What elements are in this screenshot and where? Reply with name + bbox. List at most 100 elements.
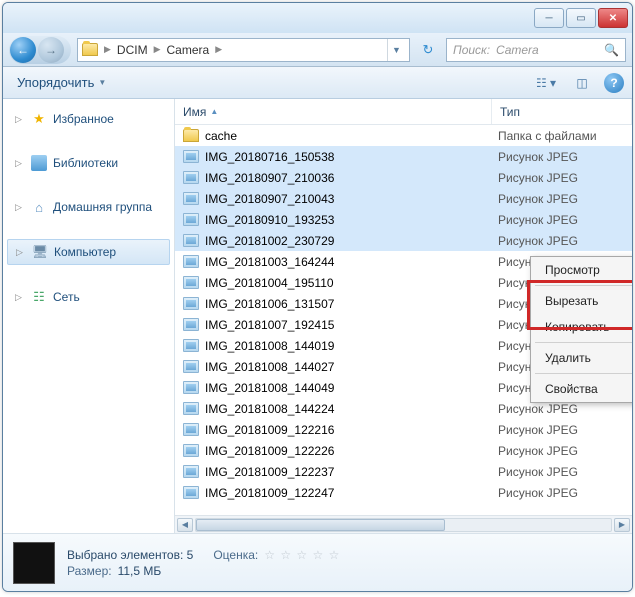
file-row[interactable]: IMG_20180907_210043 Рисунок JPEG xyxy=(175,188,632,209)
column-name[interactable]: Имя ▲ xyxy=(175,99,492,124)
chevron-right-icon: ▶ xyxy=(152,44,163,55)
sidebar-libraries[interactable]: ▷ Библиотеки xyxy=(7,151,170,175)
breadcrumb-item[interactable]: Camera xyxy=(167,43,210,57)
expand-icon: ▷ xyxy=(15,158,25,169)
file-type: Папка с файлами xyxy=(492,129,632,143)
sidebar-computer[interactable]: ▷ 🖥 Компьютер xyxy=(7,239,170,265)
file-name: IMG_20181007_192415 xyxy=(205,318,334,332)
file-row[interactable]: IMG_20180910_193253Рисунок JPEG xyxy=(175,209,632,230)
file-type: Рисунок JPEG xyxy=(492,213,632,227)
search-box[interactable]: Поиск: Camera 🔍 xyxy=(446,38,626,62)
file-type: Рисунок JPEG xyxy=(492,423,632,437)
scroll-thumb[interactable] xyxy=(196,519,445,531)
file-row[interactable]: IMG_20181009_122216Рисунок JPEG xyxy=(175,419,632,440)
search-placeholder: Camera xyxy=(496,43,539,57)
context-menu: Просмотр ВырезатьКопировать Удалить Свойств… xyxy=(530,256,632,403)
context-menu-separator xyxy=(535,342,632,343)
sidebar-item-label: Домашняя группа xyxy=(53,200,152,214)
chevron-down-icon: ▼ xyxy=(98,78,106,87)
toolbar: Упорядочить ▼ ☷ ▾ ◫ ? xyxy=(3,67,632,99)
image-file-icon xyxy=(183,381,199,394)
context-menu-item[interactable]: Свойства xyxy=(531,376,632,402)
folder-icon xyxy=(82,43,98,56)
close-button[interactable]: ✕ xyxy=(598,8,628,28)
context-menu-item[interactable]: Копировать xyxy=(531,314,632,340)
forward-button[interactable]: → xyxy=(38,37,64,63)
file-type: Рисунок JPEG xyxy=(492,465,632,479)
size-label: Размер: xyxy=(67,564,112,578)
image-file-icon xyxy=(183,297,199,310)
search-icon: 🔍 xyxy=(604,43,619,57)
nav-buttons: ← → xyxy=(9,36,71,64)
expand-icon: ▷ xyxy=(15,202,25,213)
file-row[interactable]: IMG_20181002_230729Рисунок JPEG xyxy=(175,230,632,251)
file-name: IMG_20181009_122226 xyxy=(205,444,334,458)
file-type: Рисунок JPEG xyxy=(492,150,632,164)
search-prefix: Поиск: xyxy=(453,43,490,57)
file-name: IMG_20181008_144019 xyxy=(205,339,334,353)
file-name: IMG_20181008_144224 xyxy=(205,402,334,416)
horizontal-scrollbar[interactable]: ◀ ▶ xyxy=(175,515,632,533)
context-menu-item[interactable]: Удалить xyxy=(531,345,632,371)
file-name: IMG_20180907_210036 xyxy=(205,171,334,185)
address-dropdown[interactable]: ▼ xyxy=(387,39,405,61)
sidebar-item-label: Сеть xyxy=(53,290,80,304)
file-type: Рисунок JPEG xyxy=(492,171,632,185)
file-name: IMG_20181002_230729 xyxy=(205,234,334,248)
image-file-icon xyxy=(183,234,199,247)
scroll-right-button[interactable]: ▶ xyxy=(614,518,630,532)
scroll-track[interactable] xyxy=(195,518,612,532)
size-value: 11,5 МБ xyxy=(118,564,162,578)
back-button[interactable]: ← xyxy=(10,37,36,63)
image-file-icon xyxy=(183,192,199,205)
view-mode-button[interactable]: ☷ ▾ xyxy=(532,72,560,94)
help-button[interactable]: ? xyxy=(604,73,624,93)
sidebar-item-label: Избранное xyxy=(53,112,114,126)
file-type: Рисунок JPEG xyxy=(492,192,632,206)
titlebar: ─ ▭ ✕ xyxy=(3,3,632,33)
file-row[interactable]: IMG_20180716_150538Рисунок JPEG xyxy=(175,146,632,167)
file-type: Рисунок JPEG xyxy=(492,486,632,500)
file-name: IMG_20181008_144049 xyxy=(205,381,334,395)
nav-pane: ▷ ★ Избранное ▷ Библиотеки ▷ ⌂ Домашняя … xyxy=(3,99,175,533)
context-menu-separator xyxy=(535,373,632,374)
breadcrumb-item[interactable]: DCIM xyxy=(117,43,148,57)
sidebar-favorites[interactable]: ▷ ★ Избранное xyxy=(7,107,170,131)
file-name: IMG_20180907_210043 xyxy=(205,192,334,206)
image-file-icon xyxy=(183,150,199,163)
file-row[interactable]: IMG_20181009_122226Рисунок JPEG xyxy=(175,440,632,461)
breadcrumb-box[interactable]: ▶ DCIM ▶ Camera ▶ ▼ xyxy=(77,38,410,62)
minimize-button[interactable]: ─ xyxy=(534,8,564,28)
preview-pane-button[interactable]: ◫ xyxy=(568,72,596,94)
rating-stars[interactable]: ☆ ☆ ☆ ☆ ☆ xyxy=(264,548,340,562)
organize-button[interactable]: Упорядочить ▼ xyxy=(11,71,112,94)
column-headers: Имя ▲ Тип xyxy=(175,99,632,125)
image-file-icon xyxy=(183,465,199,478)
context-menu-item[interactable]: Вырезать xyxy=(531,288,632,314)
file-name: IMG_20181006_131507 xyxy=(205,297,334,311)
image-file-icon xyxy=(183,402,199,415)
sidebar-item-label: Компьютер xyxy=(54,245,116,259)
column-type[interactable]: Тип xyxy=(492,99,632,124)
file-row[interactable]: IMG_20181009_122237Рисунок JPEG xyxy=(175,461,632,482)
address-bar: ← → ▶ DCIM ▶ Camera ▶ ▼ ↻ Поиск: Camera … xyxy=(3,33,632,67)
file-area: Имя ▲ Тип cacheПапка с файламиIMG_201807… xyxy=(175,99,632,533)
file-row[interactable]: IMG_20181009_122247Рисунок JPEG xyxy=(175,482,632,503)
body: ▷ ★ Избранное ▷ Библиотеки ▷ ⌂ Домашняя … xyxy=(3,99,632,533)
chevron-right-icon: ▶ xyxy=(102,44,113,55)
sidebar-homegroup[interactable]: ▷ ⌂ Домашняя группа xyxy=(7,195,170,219)
context-menu-item[interactable]: Просмотр xyxy=(531,257,632,283)
selection-thumbnail xyxy=(13,542,55,584)
refresh-button[interactable]: ↻ xyxy=(416,39,440,61)
file-row[interactable]: IMG_20180907_210036 Рисунок JPEG xyxy=(175,167,632,188)
image-file-icon xyxy=(183,360,199,373)
star-icon: ★ xyxy=(31,111,47,127)
file-row[interactable]: cacheПапка с файлами xyxy=(175,125,632,146)
file-type: Рисунок JPEG xyxy=(492,402,632,416)
context-menu-separator xyxy=(535,285,632,286)
maximize-button[interactable]: ▭ xyxy=(566,8,596,28)
scroll-left-button[interactable]: ◀ xyxy=(177,518,193,532)
explorer-window: ─ ▭ ✕ ← → ▶ DCIM ▶ Camera ▶ ▼ ↻ Поиск: C… xyxy=(2,2,633,592)
homegroup-icon: ⌂ xyxy=(31,199,47,215)
sidebar-network[interactable]: ▷ ☷ Сеть xyxy=(7,285,170,309)
